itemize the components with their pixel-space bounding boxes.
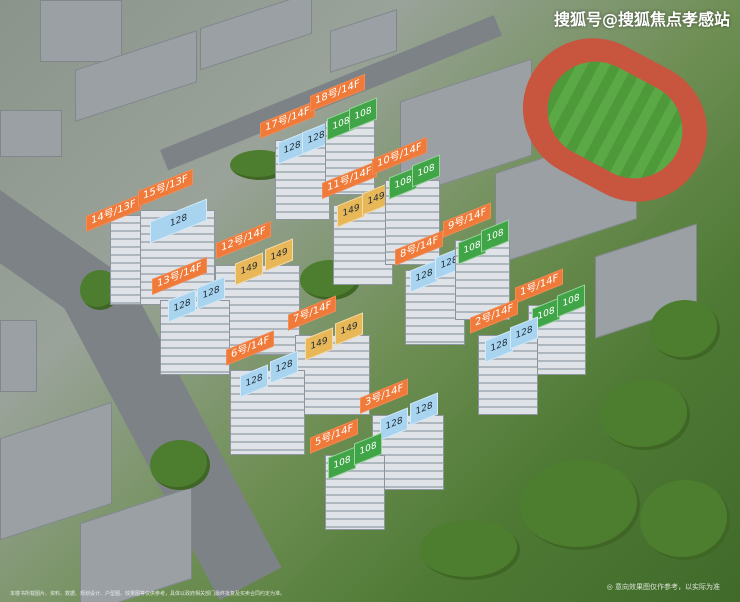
block-nw-1 bbox=[40, 0, 122, 62]
tree bbox=[650, 300, 720, 360]
block-w-1 bbox=[0, 110, 62, 157]
tree bbox=[420, 520, 520, 580]
block-n-1 bbox=[200, 0, 312, 71]
tree bbox=[600, 380, 690, 450]
rendering-note: ◎ 意向效果图仅作参考，以实际为准 bbox=[606, 583, 720, 591]
tree bbox=[640, 480, 730, 560]
disclaimer-text: 本楼书所载图片、资料、数据、规划设计、户型图、效果图等仅供参考，具体以政府相关部… bbox=[10, 591, 286, 597]
aerial-rendering: 14号/13F 15号/13F 128 17号/14F 128 128 18号/… bbox=[0, 0, 740, 602]
block-w-2 bbox=[0, 320, 37, 392]
tree bbox=[520, 460, 640, 550]
tree bbox=[150, 440, 210, 490]
watermark: 搜狐号@搜狐焦点孝感站 bbox=[553, 10, 730, 29]
